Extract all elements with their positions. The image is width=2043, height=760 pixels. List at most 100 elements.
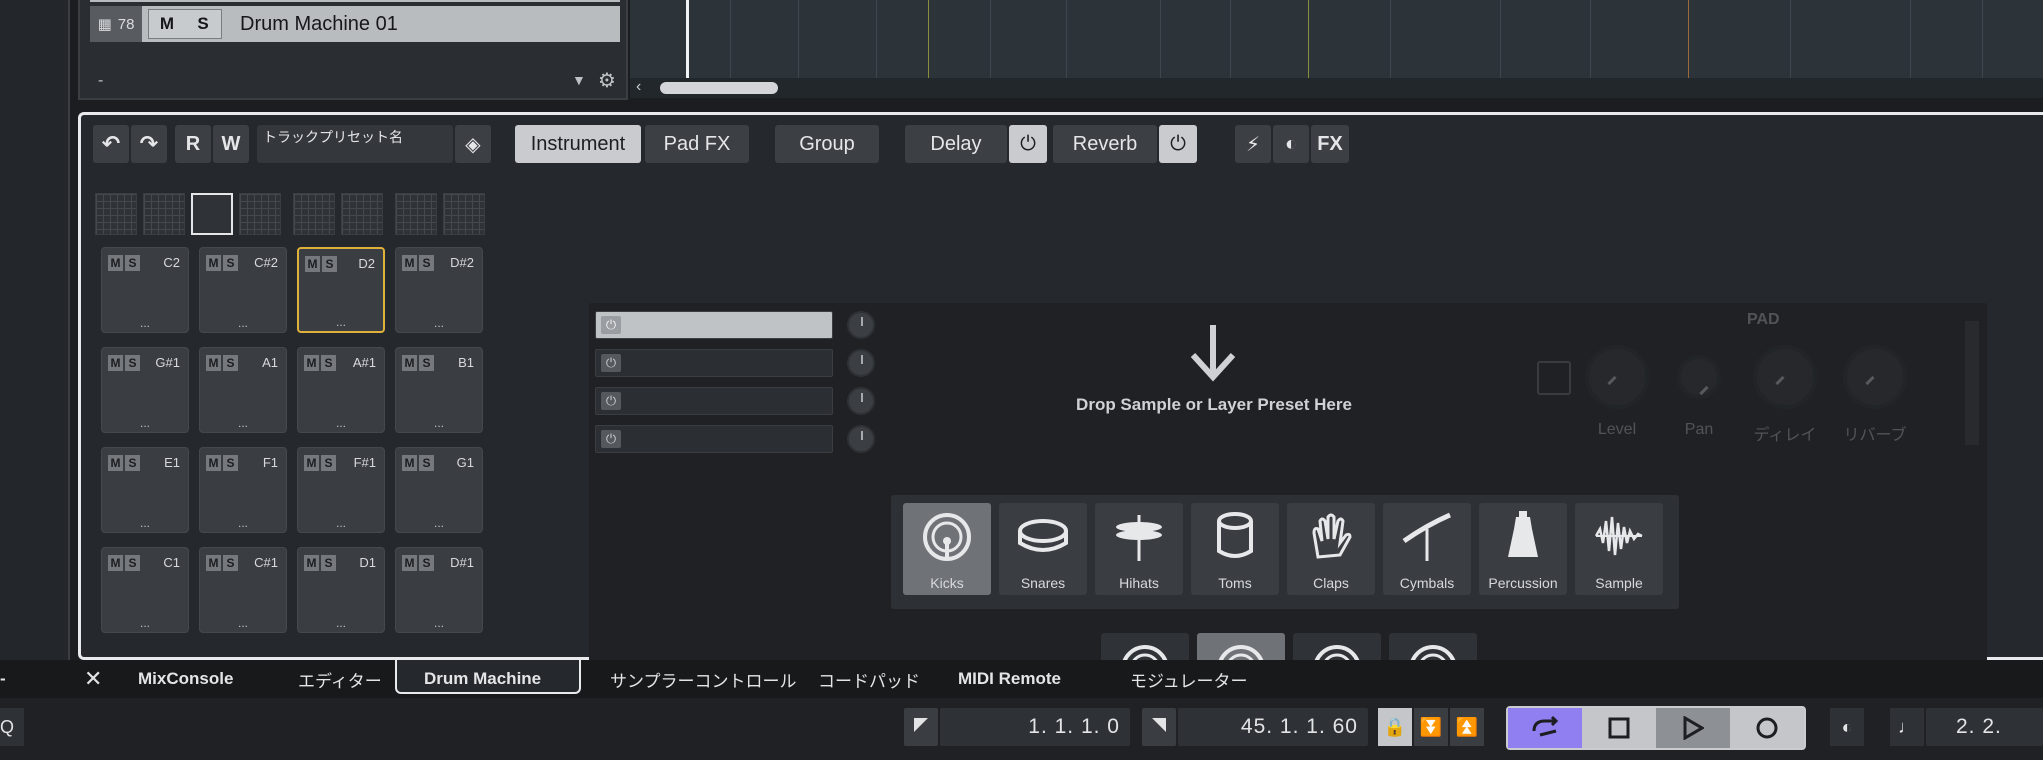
drum-pad[interactable]: M S B1... — [395, 347, 483, 433]
power-icon[interactable]: ⏻ — [601, 316, 621, 334]
punch-out-icon[interactable]: ⏫ — [1450, 708, 1484, 746]
play-button[interactable] — [1656, 708, 1730, 748]
arrange-window[interactable] — [630, 0, 2043, 80]
drum-pad[interactable]: M S A1... — [199, 347, 287, 433]
pad-options[interactable]: ... — [102, 416, 188, 430]
pad-options[interactable]: ... — [102, 616, 188, 630]
record-button[interactable] — [1730, 708, 1804, 748]
drum-pad[interactable]: M S G1... — [395, 447, 483, 533]
layer-slot-2[interactable]: ⏻ — [595, 349, 833, 377]
redo-button[interactable]: ↷ — [131, 125, 167, 163]
pad-solo-button[interactable]: S — [321, 555, 336, 571]
pad-solo-button[interactable]: S — [419, 255, 434, 271]
drum-pad[interactable]: M S D#2... — [395, 247, 483, 333]
pad-solo-button[interactable]: S — [223, 255, 238, 271]
category-snares[interactable]: Snares — [999, 503, 1087, 595]
pad-bank-8[interactable] — [443, 193, 485, 235]
left-locator-field[interactable]: 1. 1. 1. 0 — [940, 708, 1130, 746]
pad-solo-button[interactable]: S — [419, 455, 434, 471]
category-percussion[interactable]: Percussion — [1479, 503, 1567, 595]
preset-browser-button[interactable]: ◈ — [455, 125, 491, 163]
pad-mute-button[interactable]: M — [305, 256, 320, 272]
pad-bank-7[interactable] — [395, 193, 437, 235]
pad-mute-button[interactable]: M — [304, 555, 319, 571]
click-icon[interactable]: ◐ — [1830, 708, 1864, 746]
fx-button[interactable]: FX — [1311, 125, 1349, 163]
track-row[interactable]: ▦ 78 M S Drum Machine 01 — [90, 6, 620, 42]
tab-midi-remote[interactable]: MIDI Remote — [958, 660, 1061, 698]
pad-mute-button[interactable]: M — [206, 555, 221, 571]
drum-pad[interactable]: M S E1... — [101, 447, 189, 533]
pad-options[interactable]: ... — [396, 416, 482, 430]
pad-options[interactable]: ... — [298, 516, 384, 530]
track-name[interactable]: Drum Machine 01 — [240, 13, 398, 36]
pad-options[interactable]: ... — [396, 316, 482, 330]
track-solo-button[interactable]: S — [185, 10, 221, 38]
pad-options[interactable]: ... — [298, 616, 384, 630]
pad-options[interactable]: ... — [200, 616, 286, 630]
drum-pad[interactable]: M S D1... — [297, 547, 385, 633]
track-preset-name[interactable]: トラックプリセット名 — [257, 125, 453, 163]
cycle-button[interactable] — [1508, 708, 1582, 748]
pad-solo-button[interactable]: S — [223, 355, 238, 371]
power-icon[interactable]: ⏻ — [601, 430, 621, 448]
pad-mute-button[interactable]: M — [206, 455, 221, 471]
pad-options[interactable]: ... — [299, 315, 383, 329]
pad-mute-button[interactable]: M — [108, 455, 123, 471]
pad-bank-5[interactable] — [293, 193, 335, 235]
drum-pad[interactable]: M S F#1... — [297, 447, 385, 533]
scroll-left-icon[interactable]: ‹ — [636, 78, 641, 96]
pad-trigger-button[interactable] — [1537, 361, 1571, 395]
drum-pad[interactable]: M S D2... — [297, 247, 385, 333]
tab-pad-fx[interactable]: Pad FX — [645, 125, 749, 163]
delay-power-button[interactable]: ⏻ — [1009, 125, 1047, 163]
stop-button[interactable] — [1582, 708, 1656, 748]
tab-drum-machine[interactable]: Drum Machine — [424, 660, 541, 698]
reverb-send-knob[interactable] — [1843, 345, 1907, 409]
tab-group[interactable]: Group — [775, 125, 879, 163]
tab-editor[interactable]: エディター — [298, 660, 382, 698]
pad-bank-3[interactable] — [191, 193, 233, 235]
left-locator-flag-icon[interactable] — [904, 708, 938, 746]
pad-solo-button[interactable]: S — [125, 455, 140, 471]
pad-options[interactable]: ... — [298, 416, 384, 430]
drum-pad[interactable]: M S F1... — [199, 447, 287, 533]
layer-slot-4[interactable]: ⏻ — [595, 425, 833, 453]
layer-knob-1[interactable] — [847, 311, 875, 339]
right-locator-flag-icon[interactable] — [1142, 708, 1176, 746]
pad-solo-button[interactable]: S — [322, 256, 337, 272]
layer-knob-4[interactable] — [847, 425, 875, 453]
gear-icon[interactable]: ⚙ — [598, 68, 616, 93]
level-knob[interactable] — [1585, 345, 1649, 409]
search-icon[interactable]: Q — [0, 708, 24, 746]
pad-mute-button[interactable]: M — [108, 255, 123, 271]
category-sample[interactable]: Sample — [1575, 503, 1663, 595]
quick-control-button[interactable]: ⚡ — [1235, 125, 1271, 163]
pad-options[interactable]: ... — [200, 516, 286, 530]
undo-button[interactable]: ↶ — [93, 125, 129, 163]
right-locator-field[interactable]: 45. 1. 1. 60 — [1178, 708, 1368, 746]
pad-options[interactable]: ... — [102, 516, 188, 530]
pad-solo-button[interactable]: S — [419, 555, 434, 571]
reverb-button[interactable]: Reverb — [1053, 125, 1157, 163]
pad-mute-button[interactable]: M — [402, 255, 417, 271]
lock-icon[interactable]: 🔒 — [1378, 708, 1412, 746]
layer-slot-1[interactable]: ⏻ — [595, 311, 833, 339]
scroll-thumb[interactable] — [660, 82, 778, 94]
pad-solo-button[interactable]: S — [321, 455, 336, 471]
layer-knob-3[interactable] — [847, 387, 875, 415]
delay-button[interactable]: Delay — [905, 125, 1007, 163]
pad-mute-button[interactable]: M — [304, 455, 319, 471]
pan-knob[interactable] — [1677, 355, 1721, 399]
pad-solo-button[interactable]: S — [125, 555, 140, 571]
read-button[interactable]: R — [175, 125, 211, 163]
drum-pad[interactable]: M S C2... — [101, 247, 189, 333]
category-toms[interactable]: Toms — [1191, 503, 1279, 595]
pad-bank-1[interactable] — [95, 193, 137, 235]
close-icon[interactable]: ✕ — [84, 660, 102, 698]
category-kicks[interactable]: Kicks — [903, 503, 991, 595]
pad-bank-4[interactable] — [239, 193, 281, 235]
palette-button[interactable]: ◐ — [1273, 125, 1309, 163]
pad-mute-button[interactable]: M — [206, 255, 221, 271]
power-icon[interactable]: ⏻ — [601, 354, 621, 372]
